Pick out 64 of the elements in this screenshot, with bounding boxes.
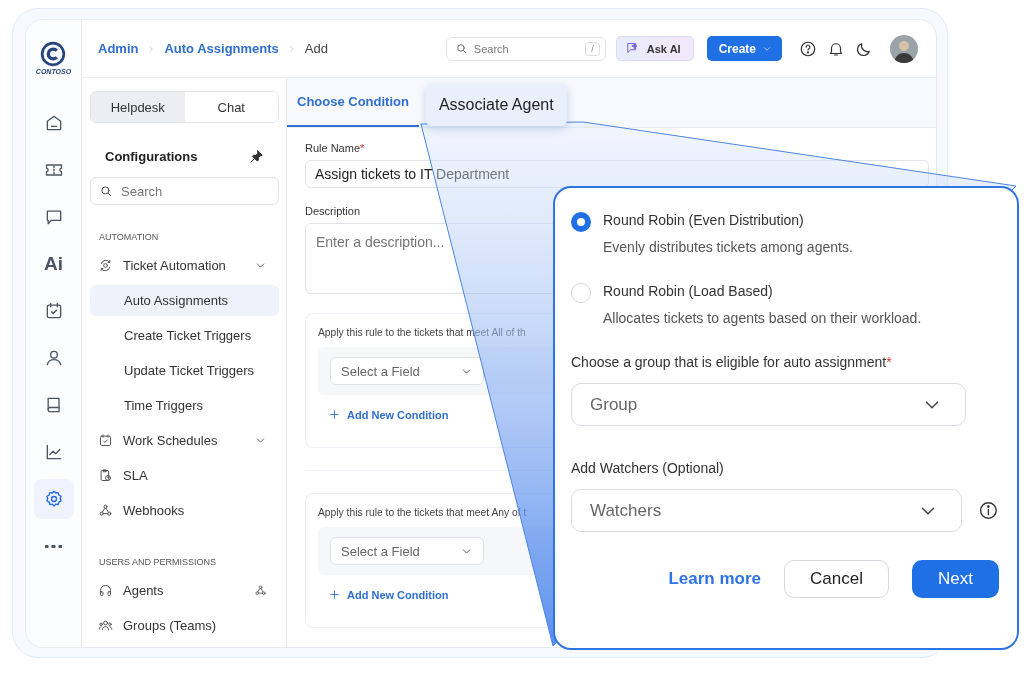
- headset-icon: [98, 583, 113, 598]
- create-button[interactable]: Create: [706, 36, 782, 61]
- plus-icon: [328, 588, 341, 601]
- sidebar-item[interactable]: Ticket Automation: [90, 250, 279, 281]
- search-icon: [454, 42, 468, 55]
- tab[interactable]: Helpdesk: [91, 92, 185, 122]
- cancel-button[interactable]: Cancel: [784, 560, 889, 598]
- select-field[interactable]: Select a Field: [330, 537, 484, 565]
- help-icon[interactable]: [799, 39, 817, 58]
- field-label: Choose a group that is eligible for auto assignment*: [571, 354, 892, 370]
- sidebar-item[interactable]: Update Ticket Triggers: [90, 355, 279, 386]
- option-title: Round Robin (Load Based): [603, 283, 774, 299]
- breadcrumb-current: Add: [304, 41, 328, 56]
- info-icon[interactable]: [978, 500, 999, 521]
- webhook-icon[interactable]: [254, 584, 267, 597]
- sidebar-item[interactable]: Groups (Teams): [90, 610, 279, 641]
- section-label: USERS AND PERMISSIONS: [98, 557, 218, 567]
- field-label: Description: [305, 205, 362, 217]
- search-field[interactable]: Search /: [445, 36, 606, 61]
- learn-more-link[interactable]: Learn more: [668, 569, 761, 589]
- sidebar-item[interactable]: Auto Assignments: [90, 285, 279, 316]
- logo-icon: [40, 41, 67, 67]
- option-description: Allocates tickets to agents based on their workload.: [603, 310, 922, 326]
- shortcut-key: /: [585, 41, 600, 56]
- add-condition-link[interactable]: Add New Condition: [328, 408, 449, 421]
- tab[interactable]: Associate Agent: [425, 84, 567, 126]
- breadcrumb-link[interactable]: Auto Assignments: [164, 41, 279, 56]
- field-label: Add Watchers (Optional): [571, 460, 724, 476]
- option-description: Evenly distributes tickets among agents.: [603, 239, 853, 255]
- sidebar-item[interactable]: Work Schedules: [90, 425, 279, 456]
- select-field[interactable]: Group: [571, 383, 966, 426]
- calendar-check-icon: [98, 433, 113, 448]
- more-icon: [45, 544, 62, 548]
- field-label: Rule Name*: [305, 142, 366, 154]
- group-icon: [98, 618, 113, 633]
- pin-icon[interactable]: [249, 148, 264, 164]
- sidebar-item[interactable]: Create Ticket Triggers: [90, 320, 279, 351]
- search-icon: [99, 184, 113, 198]
- sidebar-item[interactable]: SLA: [90, 460, 279, 491]
- avatar[interactable]: [890, 34, 918, 63]
- plus-icon: [328, 408, 341, 421]
- nav-rail-item[interactable]: Ai: [33, 244, 74, 284]
- refresh-gear-icon: [98, 258, 113, 273]
- add-condition-link[interactable]: Add New Condition: [328, 588, 449, 601]
- settings-icon: [43, 489, 64, 509]
- next-button[interactable]: Next: [912, 560, 999, 598]
- section-label: AUTOMATION: [98, 232, 160, 242]
- clipboard-clock-icon: [98, 468, 113, 483]
- condition-text: Apply this rule to the tickets that meet All of th: [318, 327, 526, 338]
- webhook-icon: [98, 503, 113, 518]
- ask-ai-button[interactable]: Ask AI: [615, 36, 694, 61]
- tab[interactable]: Choose Condition: [287, 78, 419, 127]
- option-title: Round Robin (Even Distribution): [603, 212, 805, 228]
- nav-rail-item[interactable]: [33, 479, 74, 519]
- select-field[interactable]: Watchers: [571, 489, 963, 532]
- sidebar-item[interactable]: Webhooks: [90, 495, 279, 526]
- search-field[interactable]: Search: [90, 177, 279, 205]
- select-field[interactable]: Select a Field: [330, 357, 484, 385]
- section-title: Configurations: [105, 148, 198, 164]
- breadcrumb-link[interactable]: Admin: [98, 41, 139, 56]
- radio-button[interactable]: [571, 212, 591, 232]
- sidebar-item[interactable]: Time Triggers: [90, 390, 279, 421]
- sidebar-item[interactable]: Agents: [90, 575, 279, 606]
- sparkle-chat-icon: [624, 41, 640, 56]
